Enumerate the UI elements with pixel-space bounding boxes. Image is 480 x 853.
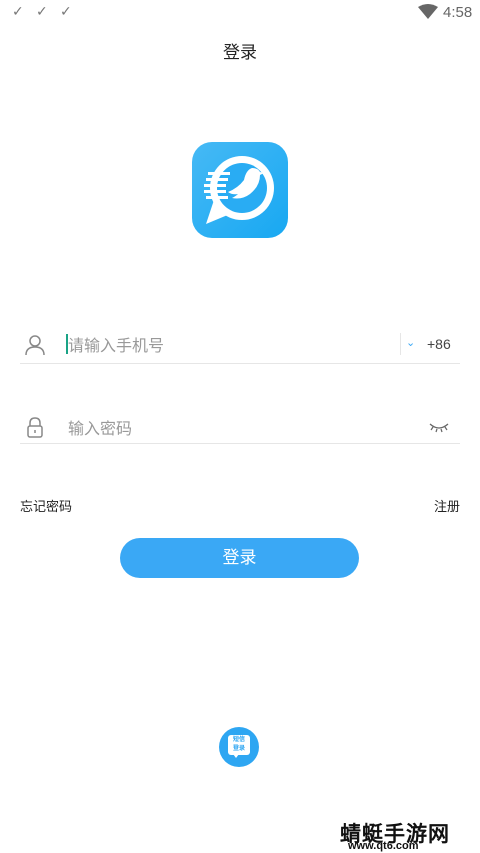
register-link[interactable]: 注册 — [434, 496, 460, 515]
sms-label-line1: 短信 — [232, 736, 245, 743]
page-title: 登录 — [223, 43, 257, 63]
watermark-url: www.qt6.com — [348, 840, 419, 852]
password-input[interactable] — [68, 415, 408, 441]
app-logo-icon — [192, 142, 288, 238]
check-icon: ✓ — [60, 4, 72, 20]
forgot-password-link[interactable]: 忘记密码 — [20, 496, 72, 515]
lock-icon — [27, 417, 43, 438]
status-bar: ✓ ✓ ✓ 4:58 — [0, 0, 480, 26]
sms-login-button[interactable]: 短信 登录 — [219, 727, 259, 767]
divider — [20, 363, 460, 364]
sms-label-line2: 登录 — [232, 745, 245, 752]
text-cursor — [66, 334, 68, 354]
check-icon: ✓ — [12, 4, 24, 20]
check-icon: ✓ — [36, 4, 48, 20]
status-time: 4:58 — [443, 4, 473, 21]
user-icon — [25, 335, 45, 356]
divider — [400, 333, 401, 355]
phone-input[interactable] — [68, 332, 388, 358]
wifi-icon — [418, 4, 438, 19]
chevron-down-icon[interactable]: ⌄ — [406, 336, 415, 349]
country-code-selector[interactable]: +86 — [427, 336, 451, 352]
login-button[interactable]: 登录 — [120, 538, 359, 578]
sms-bubble-tail — [233, 754, 239, 758]
sms-icon: 短信 登录 — [228, 735, 250, 755]
divider — [20, 443, 460, 444]
eye-closed-icon[interactable] — [428, 418, 450, 434]
